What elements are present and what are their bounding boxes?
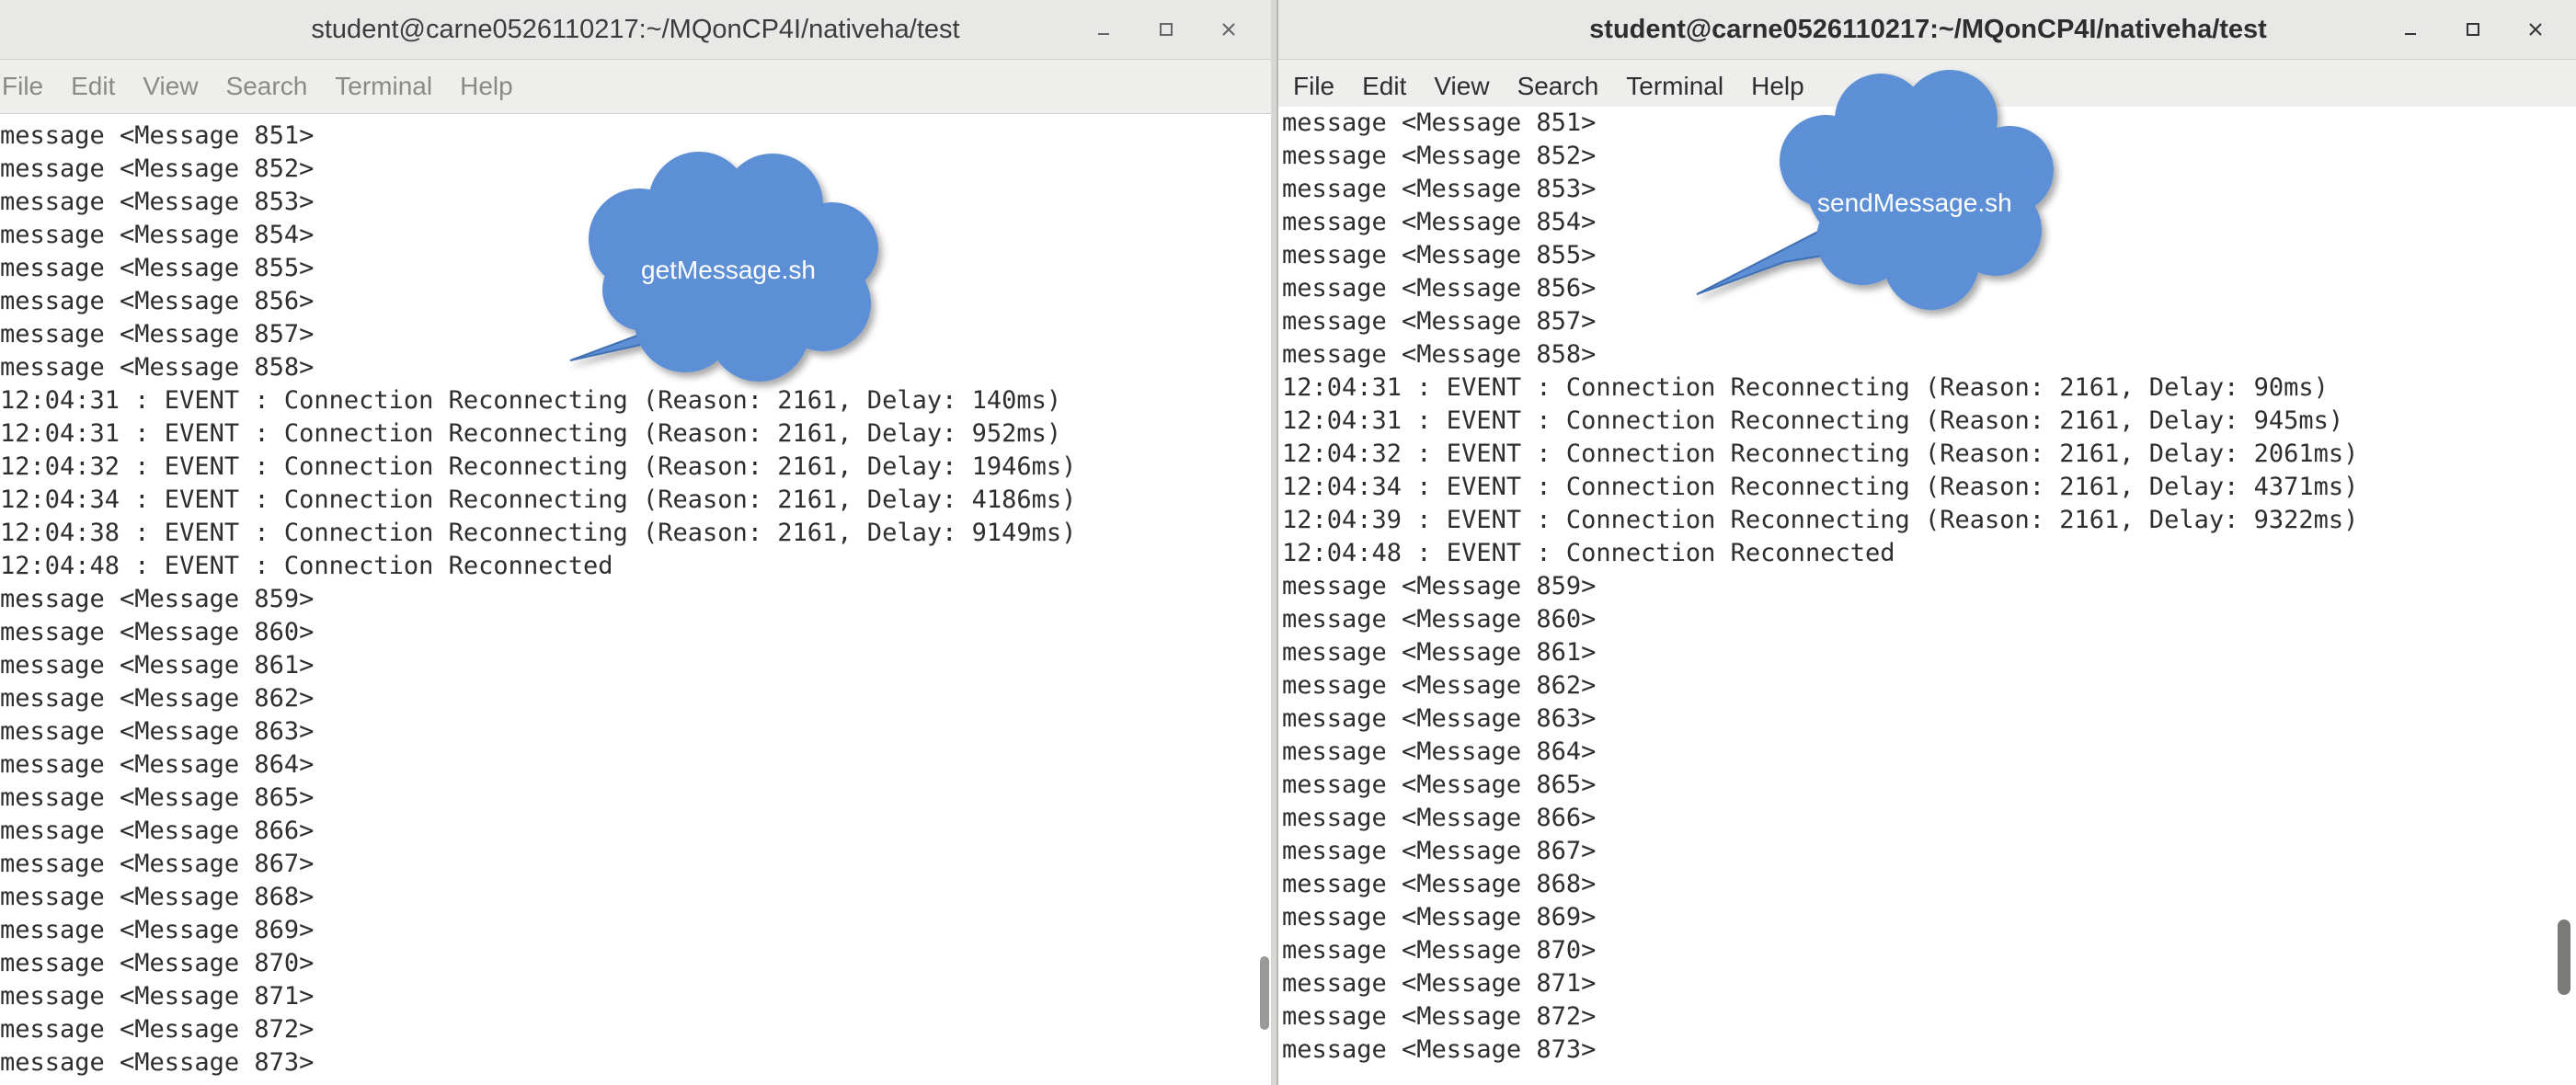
terminal-line: 12:04:34 : EVENT : Connection Reconnecti…: [1282, 473, 2359, 501]
terminal-line: message <Message 865>: [0, 783, 315, 812]
terminal-line: message <Message 864>: [0, 750, 315, 779]
terminal-line: message <Message 859>: [0, 585, 315, 613]
titlebar[interactable]: student@carne0526110217:~/MQonCP4I/nativ…: [0, 0, 1271, 60]
terminal-line: message <Message 863>: [0, 717, 315, 746]
terminal-line: message <Message 860>: [1282, 605, 1597, 634]
terminal-line: 12:04:39 : EVENT : Connection Reconnecti…: [1282, 506, 2359, 534]
window-controls: [2379, 0, 2567, 59]
close-icon[interactable]: [1197, 0, 1260, 59]
menubar: File Edit View Search Terminal Help: [0, 60, 1271, 114]
terminal-line: message <Message 862>: [1282, 671, 1597, 700]
terminal-line: 12:04:48 : EVENT : Connection Reconnecte…: [0, 552, 613, 580]
close-icon[interactable]: [2504, 0, 2567, 59]
menu-view[interactable]: View: [143, 72, 198, 101]
terminal-line: message <Message 869>: [1282, 903, 1597, 931]
terminal-line: message <Message 860>: [0, 618, 315, 646]
terminal-line: message <Message 873>: [1282, 1035, 1597, 1064]
terminal-line: message <Message 873>: [0, 1048, 315, 1077]
terminal-line: message <Message 869>: [0, 916, 315, 944]
menu-search[interactable]: Search: [226, 72, 308, 101]
maximize-icon[interactable]: [2442, 0, 2504, 59]
menu-search[interactable]: Search: [1517, 72, 1599, 101]
terminal-line: message <Message 868>: [0, 883, 315, 911]
terminal-line: message <Message 871>: [1282, 969, 1597, 998]
maximize-icon[interactable]: [1135, 0, 1197, 59]
terminal-line: 12:04:32 : EVENT : Connection Reconnecti…: [0, 452, 1077, 481]
terminal-line: message <Message 870>: [1282, 936, 1597, 965]
terminal-line: message <Message 863>: [1282, 704, 1597, 733]
menu-view[interactable]: View: [1434, 72, 1489, 101]
scrollbar[interactable]: [1260, 956, 1269, 1030]
terminal-line: message <Message 864>: [1282, 737, 1597, 766]
terminal-line: message <Message 870>: [0, 949, 315, 977]
terminal-line: message <Message 867>: [0, 850, 315, 878]
terminal-line: 12:04:31 : EVENT : Connection Reconnecti…: [0, 419, 1062, 448]
terminal-line: message <Message 861>: [0, 651, 315, 680]
callout-label-sendmessage: sendMessage.sh: [1817, 188, 2012, 217]
menu-edit[interactable]: Edit: [1362, 72, 1406, 101]
callout-label-getmessage: getMessage.sh: [641, 256, 816, 284]
menu-terminal[interactable]: Terminal: [335, 72, 432, 101]
terminal-line: message <Message 867>: [1282, 837, 1597, 865]
minimize-icon[interactable]: [1072, 0, 1135, 59]
terminal-line: 12:04:32 : EVENT : Connection Reconnecti…: [1282, 440, 2359, 468]
menu-file[interactable]: File: [1293, 72, 1334, 101]
menu-help[interactable]: Help: [460, 72, 513, 101]
terminal-line: message <Message 872>: [1282, 1002, 1597, 1031]
terminal-line: message <Message 862>: [0, 684, 315, 713]
terminal-line: 12:04:48 : EVENT : Connection Reconnecte…: [1282, 539, 1895, 567]
terminal-line: message <Message 871>: [0, 982, 315, 1011]
terminal-line: message <Message 868>: [1282, 870, 1597, 898]
terminal-line: 12:04:31 : EVENT : Connection Reconnecti…: [1282, 373, 2329, 402]
titlebar[interactable]: student@carne0526110217:~/MQonCP4I/nativ…: [1278, 0, 2576, 60]
window-title: student@carne0526110217:~/MQonCP4I/nativ…: [1589, 14, 2267, 44]
menu-edit[interactable]: Edit: [71, 72, 115, 101]
terminal-line: 12:04:31 : EVENT : Connection Reconnecti…: [1282, 406, 2344, 435]
terminal-line: message <Message 866>: [1282, 804, 1597, 832]
terminal-line: message <Message 859>: [1282, 572, 1597, 600]
minimize-icon[interactable]: [2379, 0, 2442, 59]
terminal-line: message <Message 872>: [0, 1015, 315, 1044]
terminal-line: message <Message 866>: [0, 817, 315, 845]
terminal-line: message <Message 865>: [1282, 771, 1597, 799]
window-controls: [1072, 0, 1260, 59]
terminal-line: 12:04:34 : EVENT : Connection Reconnecti…: [0, 485, 1077, 514]
terminal-line: 12:04:38 : EVENT : Connection Reconnecti…: [0, 519, 1077, 547]
terminal-line: message <Message 858>: [1282, 340, 1597, 369]
scrollbar-thumb[interactable]: [2558, 919, 2570, 995]
window-title: student@carne0526110217:~/MQonCP4I/nativ…: [311, 14, 960, 44]
terminal-line: message <Message 861>: [1282, 638, 1597, 667]
menu-file[interactable]: File: [2, 72, 43, 101]
